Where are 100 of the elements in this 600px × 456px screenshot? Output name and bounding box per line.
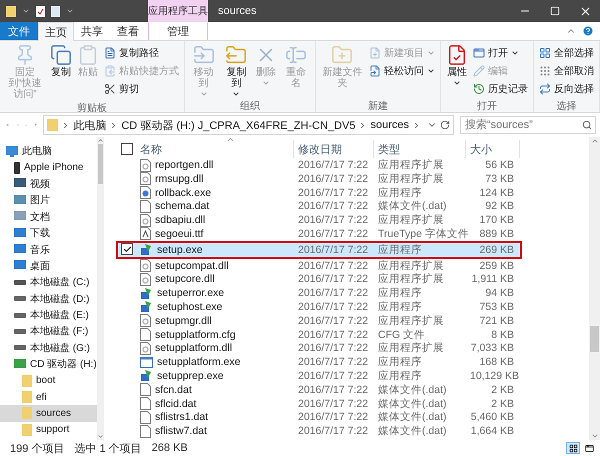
scrollbar[interactable] — [97, 137, 104, 440]
chevron-icon[interactable] — [412, 120, 421, 130]
row-checkbox[interactable] — [121, 243, 133, 256]
ribbon-button[interactable]: 全部选择 — [537, 44, 596, 61]
breadcrumb-link[interactable]: sources — [370, 119, 409, 131]
ribbon-button[interactable]: 打开 — [471, 44, 530, 61]
scrollbar[interactable] — [589, 137, 600, 440]
file-row[interactable]: setupplatform.dll 2016/7/17 7:22 应用程序扩展 7,033 KB — [118, 341, 520, 356]
type-cell-text: 应用程序扩展 — [377, 158, 445, 172]
column-header[interactable]: 大小 — [466, 140, 520, 158]
date-cell-text: 2016/7/17 7:22 — [297, 300, 370, 313]
navigation-item[interactable]: 音乐 — [0, 241, 97, 258]
scroll-down-icon[interactable] — [590, 432, 598, 440]
close-icon — [578, 4, 592, 18]
details-view-button[interactable] — [566, 442, 580, 454]
navigation-item[interactable]: 本地磁盘 (E:) — [0, 306, 97, 324]
navigation-item[interactable]: CD 驱动器 (H:) — [0, 356, 97, 372]
scroll-up-icon[interactable] — [97, 137, 104, 144]
ribbon-button[interactable]: 复制 — [48, 43, 74, 101]
caret-icon[interactable] — [22, 7, 30, 15]
ribbon-button[interactable]: 轻松访问 — [367, 62, 438, 79]
ribbon-button[interactable]: 复制路径 — [102, 44, 181, 61]
navigation-item[interactable]: 文档 — [0, 208, 97, 225]
caret-icon — [232, 90, 240, 98]
file-name: setuphost.exe — [157, 300, 222, 313]
date-cell-text: 2016/7/17 7:22 — [297, 260, 370, 272]
scroll-down-icon[interactable] — [97, 433, 104, 440]
navigation-item[interactable]: boot — [0, 372, 97, 389]
file-row[interactable]: setupmgr.dll 2016/7/17 7:22 应用程序扩展 721 KB — [118, 314, 520, 328]
breadcrumb-link[interactable]: CD 驱动器 (H:) J_CPRA_X64FRE_ZH-CN_DV5 — [121, 118, 356, 132]
file-row[interactable]: setupplatform.exe 2016/7/17 7:22 应用程序 168 KB — [118, 355, 520, 369]
file-name: setupplatform.exe — [157, 356, 240, 368]
file-row[interactable]: setuperror.exe 2016/7/17 7:22 应用程序 94 KB — [118, 286, 520, 300]
folder-icon — [22, 407, 32, 420]
navigation-item[interactable]: 桌面 — [0, 258, 97, 274]
file-row[interactable]: rollback.exe 2016/7/17 7:22 应用程序 124 KB — [118, 186, 520, 200]
navigation-item[interactable]: Apple iPhone — [0, 159, 97, 176]
file-row[interactable]: sfcn.dat 2016/7/17 7:22 媒体文件(.dat) 2 KB — [118, 382, 520, 397]
file-row[interactable]: sflcid.dat 2016/7/17 7:22 媒体文件(.dat) 2 KB — [118, 396, 520, 410]
navigation-item[interactable]: efi — [0, 388, 97, 406]
size-cell-text: 269 KB — [478, 244, 515, 256]
ribbon-button[interactable]: 反向选择 — [537, 80, 596, 97]
ribbon-button[interactable]: 复制到 — [220, 43, 252, 99]
navigation-item[interactable]: 下载 — [0, 224, 97, 242]
navigation-item[interactable]: 图片 — [0, 192, 97, 209]
file-row[interactable]: rmsupg.dll 2016/7/17 7:22 应用程序扩展 73 KB — [118, 172, 520, 186]
column-header[interactable]: 类型 — [374, 140, 466, 158]
size-cell-text: 259 KB — [478, 260, 515, 272]
gear-document-icon — [140, 314, 151, 328]
size-cell-text: 94 KB — [484, 287, 515, 300]
navigation-item[interactable]: 此电脑 — [0, 143, 97, 160]
file-row[interactable]: setupcore.dll 2016/7/17 7:22 应用程序扩展 1,911 KB — [118, 272, 520, 286]
ribbon-tab[interactable]: 文件 — [0, 22, 38, 40]
help-icon[interactable] — [582, 25, 594, 37]
checklist-icon[interactable] — [36, 6, 45, 16]
address-bar[interactable]: 此电脑 CD 驱动器 (H:) J_CPRA_X64FRE_ZH-CN_DV5 sources — [43, 115, 454, 135]
check-icon — [122, 244, 132, 254]
context-tab-title: 应用程序工具 — [148, 0, 208, 22]
highlighted-file-row[interactable]: setup.exe 2016/7/17 7:22 应用程序 269 KB — [118, 242, 520, 257]
file-row[interactable]: setupcompat.dll 2016/7/17 7:22 应用程序扩展 259 KB — [118, 258, 520, 272]
type-cell-text: 媒体文件(.dat) — [377, 199, 448, 214]
navigation-item[interactable]: 本地磁盘 (G:) — [0, 340, 97, 356]
ribbon-button[interactable]: 历史记录 — [471, 80, 530, 97]
selection-count: 选中 1 个项目 — [74, 442, 142, 456]
select-all-checkbox[interactable] — [121, 143, 133, 155]
file-row[interactable]: setupplatform.cfg 2016/7/17 7:22 CFG 文件 8 KB — [118, 328, 520, 342]
navigation-item[interactable]: 视频 — [0, 176, 97, 192]
folder-arrow-icon — [225, 44, 248, 66]
file-row[interactable]: sflistw7.dat 2016/7/17 7:22 媒体文件(.dat) 1,664 KB — [118, 424, 520, 438]
file-row[interactable]: segoeui.ttf 2016/7/17 7:22 TrueType 字体文件 889 KB — [118, 226, 520, 241]
ribbon-button[interactable]: 属性 — [444, 43, 470, 99]
file-row[interactable]: schema.dat 2016/7/17 7:22 媒体文件(.dat) 92 KB — [118, 199, 520, 214]
scroll-thumb[interactable] — [98, 144, 103, 184]
navigation-item[interactable]: 本地磁盘 (C:) — [0, 274, 97, 291]
file-row[interactable]: sdbapiu.dll 2016/7/17 7:22 应用程序扩展 170 KB — [118, 213, 520, 227]
navigation-item[interactable]: sources — [0, 405, 97, 422]
navigation-item[interactable]: 本地磁盘 (D:) — [0, 290, 97, 307]
caret-icon[interactable] — [66, 7, 74, 15]
clipboard-copy-icon — [104, 64, 116, 76]
scroll-up-icon[interactable] — [590, 137, 598, 145]
navigation-item[interactable]: support — [0, 422, 97, 438]
breadcrumb-link[interactable]: 此电脑 — [73, 118, 106, 132]
scroll-thumb[interactable] — [590, 326, 599, 352]
ribbon-tab[interactable]: 主页 — [38, 22, 74, 41]
file-row[interactable]: setuphost.exe 2016/7/17 7:22 应用程序 753 KB — [118, 300, 520, 314]
navigation-item[interactable]: 本地磁盘 (F:) — [0, 323, 97, 340]
file-row[interactable]: reportgen.dll 2016/7/17 7:22 应用程序扩展 56 KB — [118, 158, 520, 172]
size-cell-text: 56 KB — [484, 159, 515, 171]
file-row[interactable]: setupprep.exe 2016/7/17 7:22 应用程序 10,129 KB — [118, 368, 520, 383]
ribbon-tab[interactable]: 管理 — [148, 22, 208, 40]
refresh-icon[interactable] — [440, 120, 450, 130]
ribbon-button[interactable]: 剪切 — [102, 80, 181, 97]
ribbon-button[interactable]: 全部取消 — [537, 62, 596, 79]
file-row[interactable]: sflistrs1.dat 2016/7/17 7:22 媒体文件(.dat) 5,460 KB — [118, 410, 520, 424]
column-header[interactable]: 名称 — [136, 140, 294, 158]
sort-caret-icon — [226, 135, 235, 144]
type-cell-text: CFG 文件 — [377, 328, 426, 342]
search-field[interactable]: 搜索“sources” — [460, 116, 596, 134]
type-cell-text: 应用程序扩展 — [377, 341, 445, 356]
column-header[interactable]: 修改日期 — [294, 140, 374, 158]
